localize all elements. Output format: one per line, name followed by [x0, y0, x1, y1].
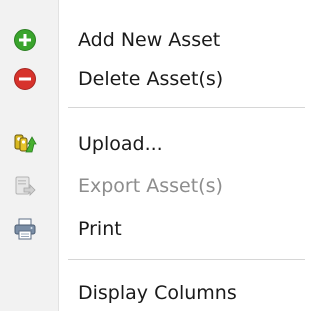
- menu-item-label: Export Asset(s): [78, 175, 223, 197]
- menu-item-label: Add New Asset: [78, 29, 221, 51]
- menu-item-export-assets[interactable]: Export Asset(s): [0, 166, 305, 206]
- menu-item-label: Print: [78, 218, 122, 240]
- upload-icon: [13, 132, 37, 156]
- menu-item-display-columns[interactable]: Display Columns: [0, 273, 305, 311]
- menu-item-label: Display Columns: [78, 282, 237, 304]
- menu-item-upload[interactable]: Upload...: [0, 124, 305, 164]
- delete-icon: [13, 67, 37, 91]
- add-icon: [13, 28, 37, 52]
- menu-item-label: Delete Asset(s): [78, 68, 224, 90]
- menu-separator: [68, 107, 305, 108]
- export-icon: [13, 174, 37, 198]
- menu-separator: [68, 259, 305, 260]
- printer-icon: [13, 217, 37, 241]
- menu-item-delete-assets[interactable]: Delete Asset(s): [0, 59, 305, 99]
- menu-item-add-new-asset[interactable]: Add New Asset: [0, 20, 305, 60]
- context-menu: Add New Asset Delete Asset(s) Upload...: [0, 0, 305, 311]
- menu-item-print[interactable]: Print: [0, 209, 305, 249]
- menu-item-label: Upload...: [78, 133, 163, 155]
